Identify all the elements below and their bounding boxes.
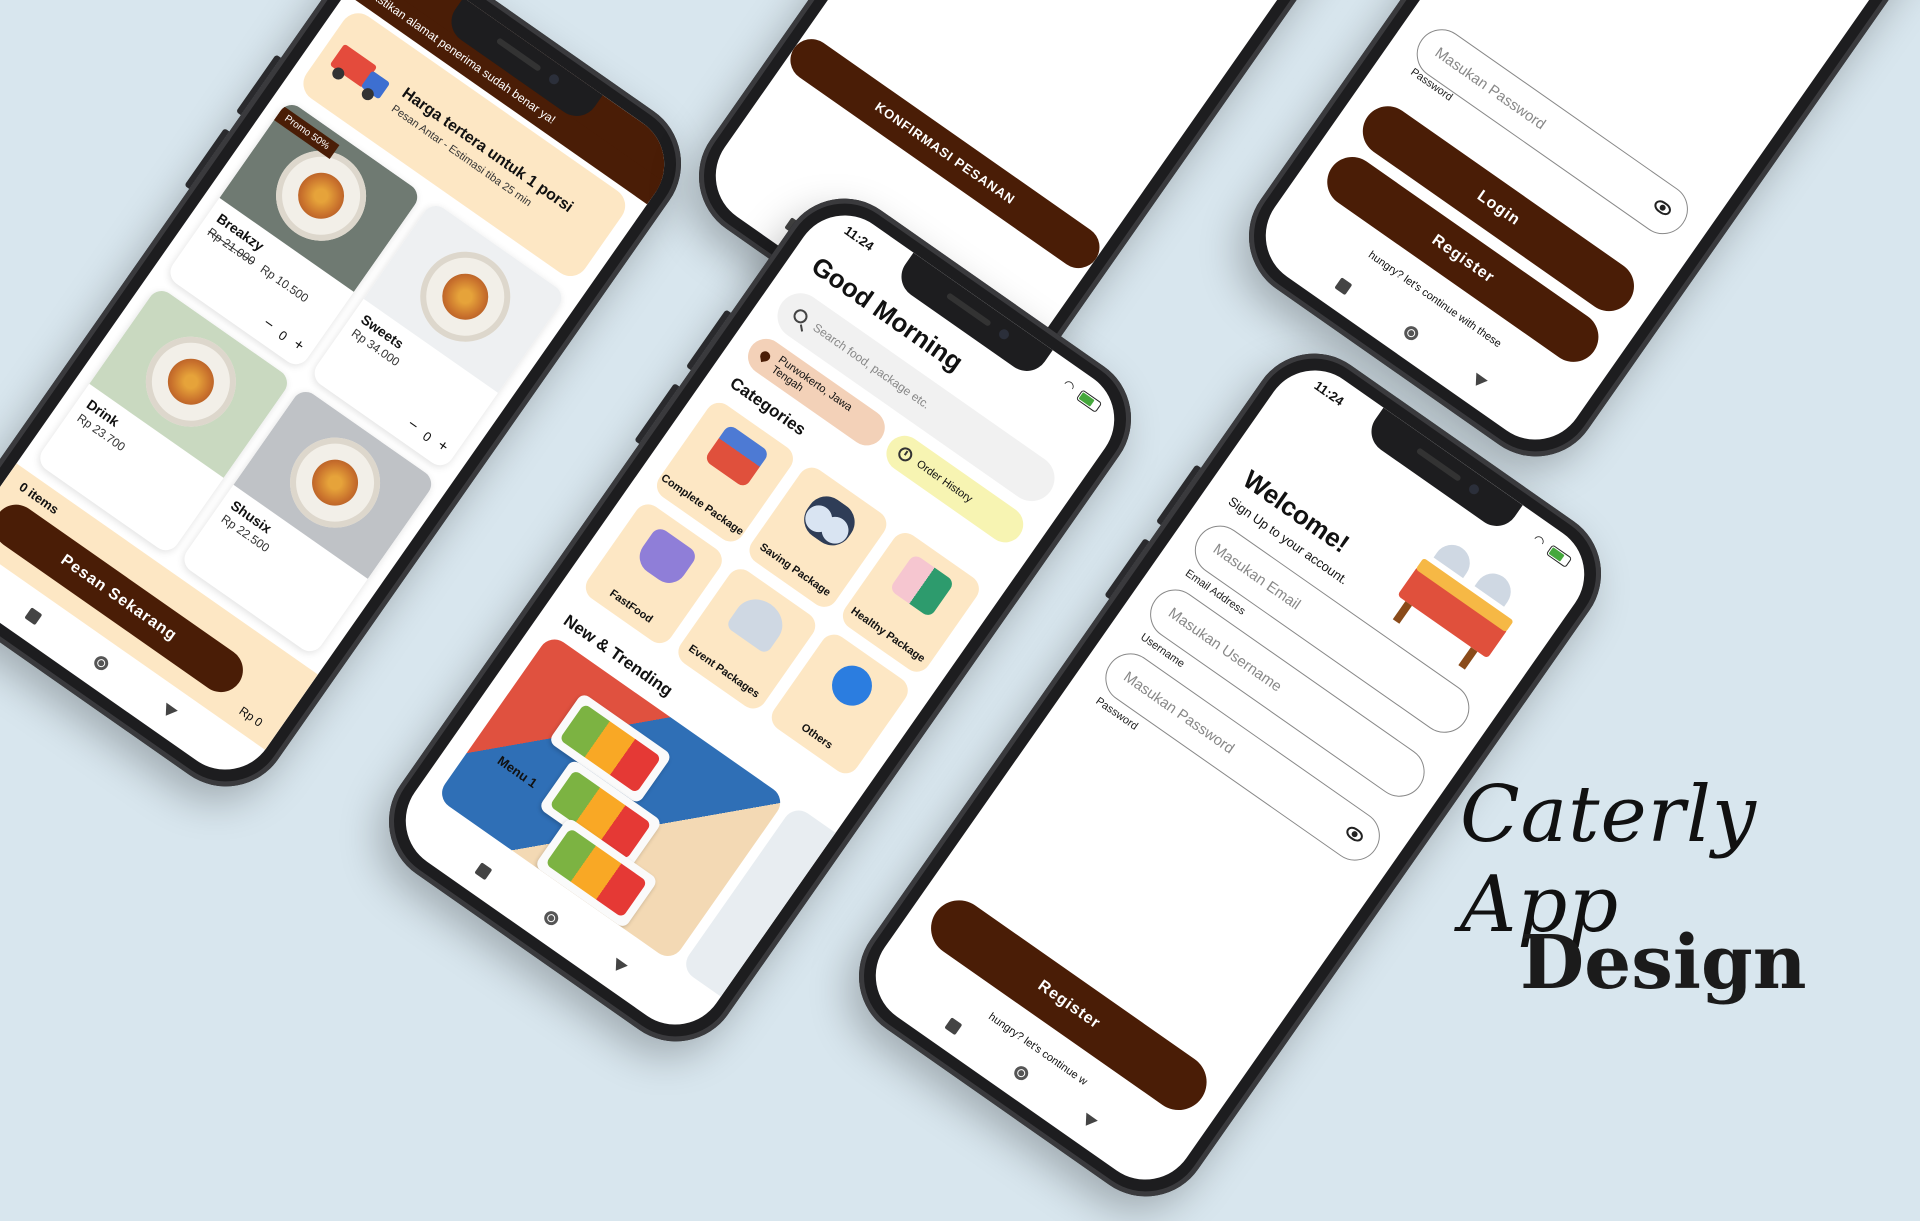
battery-icon bbox=[1546, 543, 1573, 568]
status-icons: ◠ bbox=[1530, 531, 1574, 569]
status-icons: ◠ bbox=[1060, 376, 1104, 414]
password-placeholder: Masukan Password bbox=[1431, 43, 1549, 133]
recent-apps-icon[interactable] bbox=[944, 1016, 963, 1035]
fastfood-icon bbox=[632, 525, 699, 590]
recent-apps-icon[interactable] bbox=[24, 606, 43, 625]
plus-icon[interactable]: + bbox=[289, 336, 307, 356]
password-placeholder: Masukan Password bbox=[1120, 667, 1238, 758]
category-label: Event Packages bbox=[686, 642, 762, 701]
recent-apps-icon[interactable] bbox=[1334, 276, 1353, 295]
cart-total: Rp 0 bbox=[236, 703, 266, 730]
delivery-truck-icon bbox=[323, 36, 403, 112]
saving-icon bbox=[796, 488, 863, 554]
quantity-stepper: − 0 + bbox=[403, 416, 451, 457]
quantity-value: 0 bbox=[420, 428, 435, 445]
status-time: 11:24 bbox=[841, 222, 877, 254]
eye-icon[interactable] bbox=[1651, 197, 1674, 218]
search-icon bbox=[790, 306, 811, 327]
event-icon bbox=[725, 590, 792, 655]
trending-item-label: Menu 1 bbox=[494, 752, 541, 791]
back-icon[interactable] bbox=[1469, 371, 1488, 390]
quantity-value: 0 bbox=[275, 327, 291, 344]
minus-icon[interactable]: − bbox=[259, 315, 277, 335]
brand-design-title: Design bbox=[1520, 920, 1807, 1006]
back-icon[interactable] bbox=[159, 701, 178, 720]
clock-icon bbox=[895, 444, 916, 465]
status-time: 11:24 bbox=[1311, 377, 1347, 409]
healthy-icon bbox=[889, 553, 956, 619]
wifi-icon: ◠ bbox=[1530, 531, 1550, 551]
plus-icon[interactable]: + bbox=[433, 437, 451, 457]
back-icon[interactable] bbox=[1079, 1111, 1098, 1130]
category-label: Others bbox=[798, 721, 835, 752]
wifi-icon: ◠ bbox=[1060, 376, 1080, 396]
quantity-stepper: − 0 + bbox=[259, 315, 307, 356]
package-icon bbox=[703, 423, 770, 489]
others-icon bbox=[824, 657, 881, 714]
category-label: FastFood bbox=[607, 587, 655, 626]
recent-apps-icon[interactable] bbox=[474, 861, 493, 880]
minus-icon[interactable]: − bbox=[403, 416, 421, 436]
order-history-text: Order History bbox=[914, 458, 975, 506]
home-icon[interactable] bbox=[1401, 323, 1421, 343]
back-icon[interactable] bbox=[609, 956, 628, 975]
location-pin-icon bbox=[759, 350, 771, 363]
eye-icon[interactable] bbox=[1343, 824, 1366, 845]
home-icon[interactable] bbox=[541, 908, 561, 928]
home-icon[interactable] bbox=[91, 653, 111, 673]
battery-icon bbox=[1076, 388, 1103, 413]
username-placeholder: Masukan Username bbox=[1165, 604, 1286, 696]
